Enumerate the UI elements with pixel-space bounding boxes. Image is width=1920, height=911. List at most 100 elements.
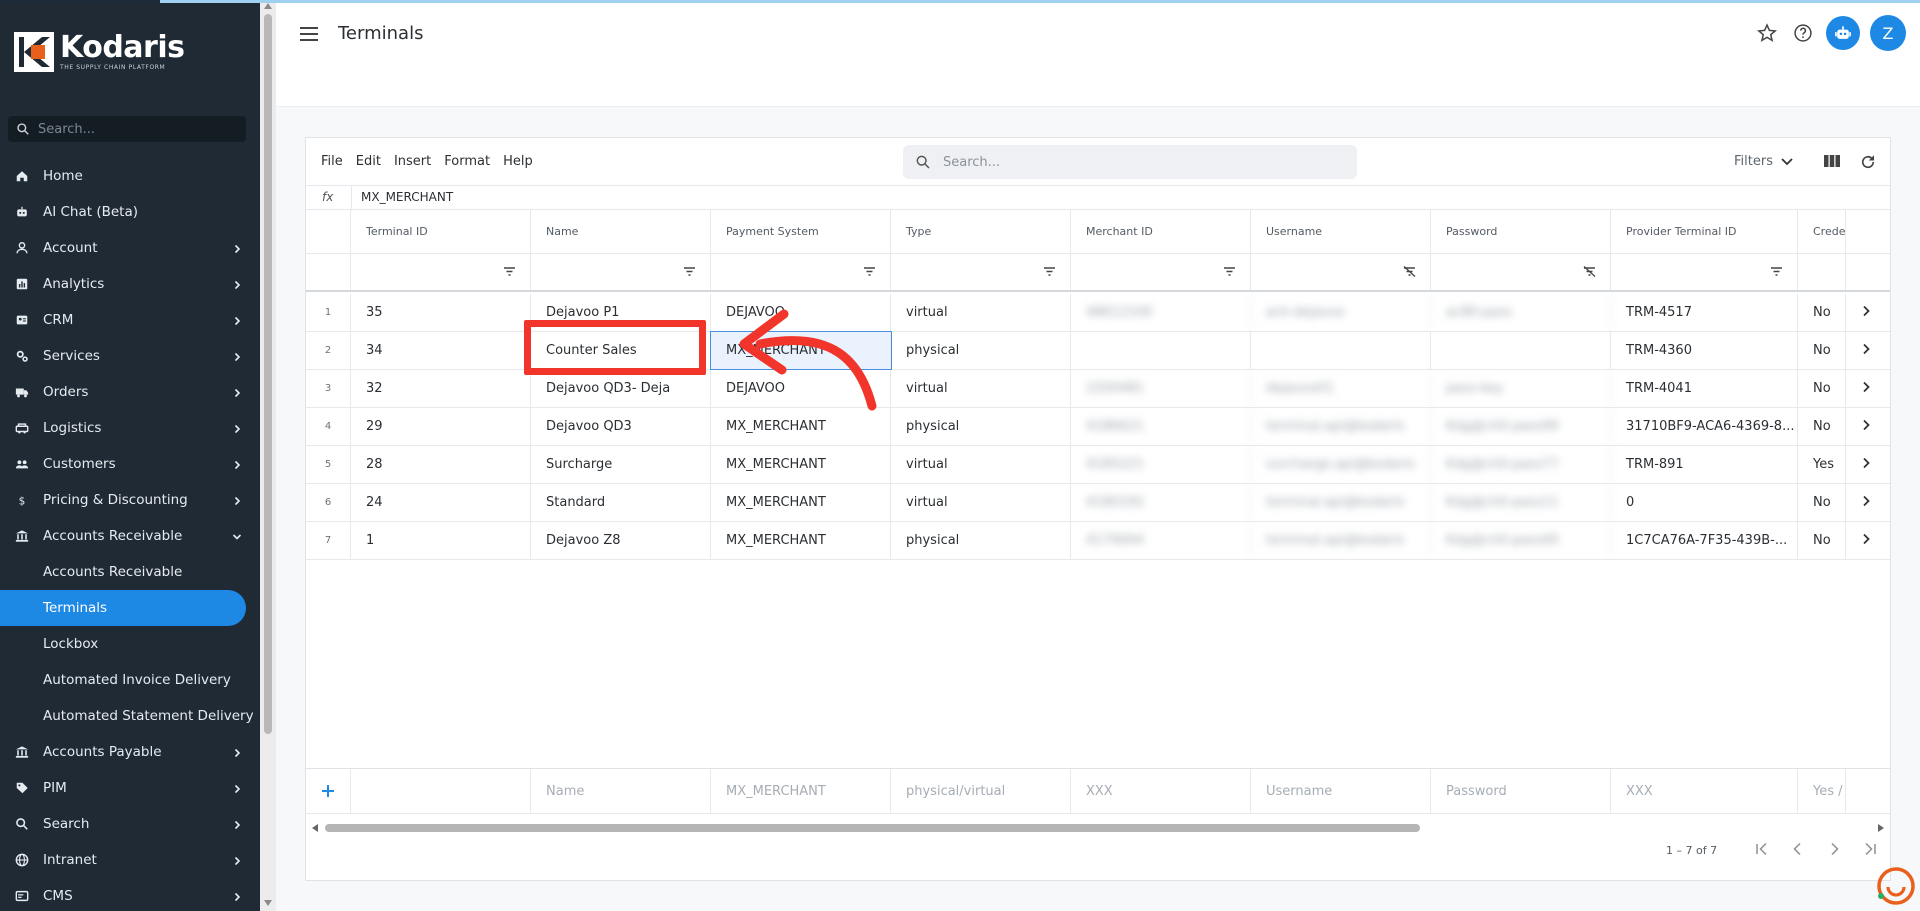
sidebar-item-search[interactable]: Search bbox=[0, 806, 260, 842]
last-page-icon[interactable] bbox=[1862, 841, 1878, 860]
ai-assistant-button[interactable] bbox=[1826, 16, 1860, 50]
add-row-button[interactable] bbox=[306, 769, 351, 813]
cell-type[interactable]: virtual bbox=[891, 446, 1071, 483]
cell-id[interactable]: 35 bbox=[351, 294, 531, 331]
sidebar-search-input[interactable] bbox=[38, 121, 228, 137]
column-filter-cell[interactable] bbox=[1251, 254, 1431, 290]
cell-ptid[interactable]: TRM-4517 bbox=[1611, 294, 1798, 331]
filter-off-icon[interactable] bbox=[1403, 266, 1416, 281]
cell-ptid[interactable]: TRM-891 bbox=[1611, 446, 1798, 483]
cell-name[interactable]: Dejavoo QD3 bbox=[531, 408, 711, 445]
sidebar-item-orders[interactable]: Orders bbox=[0, 374, 260, 410]
cell-name[interactable]: Surcharge bbox=[531, 446, 711, 483]
cell-pw[interactable]: ac80-pass bbox=[1431, 294, 1611, 331]
open-row-button[interactable] bbox=[1846, 370, 1890, 407]
menu-format[interactable]: Format bbox=[444, 154, 490, 169]
new-ptid-input[interactable]: XXX bbox=[1611, 769, 1798, 813]
grid-search-input[interactable] bbox=[943, 154, 1323, 170]
column-filter-cell[interactable] bbox=[1431, 254, 1611, 290]
new-name-input[interactable]: Name bbox=[531, 769, 711, 813]
cell-pw[interactable]: Kdg@ch0-pass11 bbox=[1431, 484, 1611, 521]
column-header[interactable]: Username bbox=[1251, 210, 1431, 253]
column-header[interactable]: Payment System bbox=[711, 210, 891, 253]
new-terminal-id-input[interactable] bbox=[351, 769, 531, 813]
filter-icon[interactable] bbox=[503, 266, 516, 281]
chat-support-icon[interactable] bbox=[1876, 866, 1916, 906]
sidebar-subitem-terminals[interactable]: Terminals bbox=[0, 590, 246, 626]
filter-icon[interactable] bbox=[863, 266, 876, 281]
new-pw-input[interactable]: Password bbox=[1431, 769, 1611, 813]
sidebar-subitem-lockbox[interactable]: Lockbox bbox=[0, 626, 260, 662]
cell-cred[interactable]: No bbox=[1798, 332, 1846, 369]
cell-pw[interactable] bbox=[1431, 332, 1611, 369]
prev-page-icon[interactable] bbox=[1790, 841, 1806, 860]
cell-type[interactable]: virtual bbox=[891, 294, 1071, 331]
table-row[interactable]: 3 32 Dejavoo QD3- Deja DEJAVOO virtual 220048… bbox=[306, 370, 1890, 408]
star-icon[interactable] bbox=[1754, 20, 1780, 46]
column-header[interactable]: Password bbox=[1431, 210, 1611, 253]
sidebar-item-crm[interactable]: CRM bbox=[0, 302, 260, 338]
cell-ptid[interactable]: 0 bbox=[1611, 484, 1798, 521]
cell-user[interactable]: terminal.api@kodaris bbox=[1251, 522, 1431, 559]
grid-search[interactable] bbox=[903, 145, 1357, 179]
column-header[interactable]: Provider Terminal ID bbox=[1611, 210, 1798, 253]
cell-ps[interactable]: MX_MERCHANT bbox=[711, 484, 891, 521]
cell-id[interactable]: 34 bbox=[351, 332, 531, 369]
sidebar-item-accounts-payable[interactable]: Accounts Payable bbox=[0, 734, 260, 770]
cell-pw[interactable]: Kdg@ch0-pass77 bbox=[1431, 446, 1611, 483]
first-page-icon[interactable] bbox=[1754, 841, 1770, 860]
column-filter-cell[interactable] bbox=[1798, 254, 1846, 290]
sidebar-scrollbar[interactable] bbox=[260, 0, 276, 911]
cell-ptid[interactable]: TRM-4041 bbox=[1611, 370, 1798, 407]
new-mid-input[interactable]: XXX bbox=[1071, 769, 1251, 813]
menu-help[interactable]: Help bbox=[503, 154, 533, 169]
sidebar-search[interactable] bbox=[8, 116, 246, 142]
cell-ptid[interactable]: 1C7CA76A-7F35-439B-... bbox=[1611, 522, 1798, 559]
cell-id[interactable]: 29 bbox=[351, 408, 531, 445]
new-cred-input[interactable]: Yes / No bbox=[1798, 769, 1846, 813]
open-row-button[interactable] bbox=[1846, 332, 1890, 369]
cell-mid[interactable]: 4186621 bbox=[1071, 408, 1251, 445]
cell-user[interactable]: terminal.api@kodaris bbox=[1251, 408, 1431, 445]
formula-value[interactable]: MX_MERCHANT bbox=[361, 190, 453, 204]
cell-ps[interactable]: MX_MERCHANT bbox=[711, 446, 891, 483]
column-filter-cell[interactable] bbox=[351, 254, 531, 290]
sidebar-subitem-automated-statement-delivery[interactable]: Automated Statement Delivery bbox=[0, 698, 260, 734]
new-ps-input[interactable]: MX_MERCHANT bbox=[711, 769, 891, 813]
sidebar-item-ai-chat-beta[interactable]: AI Chat (Beta) bbox=[0, 194, 260, 230]
menu-file[interactable]: File bbox=[321, 154, 343, 169]
cell-cred[interactable]: No bbox=[1798, 522, 1846, 559]
sidebar-subitem-automated-invoice-delivery[interactable]: Automated Invoice Delivery bbox=[0, 662, 260, 698]
open-row-button[interactable] bbox=[1846, 408, 1890, 445]
cell-user[interactable]: terminal.api@kodaris bbox=[1251, 484, 1431, 521]
filter-icon[interactable] bbox=[1223, 266, 1236, 281]
open-row-button[interactable] bbox=[1846, 484, 1890, 521]
user-avatar[interactable]: Z bbox=[1870, 15, 1906, 51]
cell-ptid[interactable]: TRM-4360 bbox=[1611, 332, 1798, 369]
filters-dropdown[interactable]: Filters bbox=[1734, 154, 1793, 169]
cell-user[interactable] bbox=[1251, 332, 1431, 369]
kodaris-logo[interactable]: Kodaris THE SUPPLY CHAIN PLATFORM bbox=[14, 32, 185, 72]
refresh-icon[interactable] bbox=[1859, 153, 1877, 175]
filter-icon[interactable] bbox=[1043, 266, 1056, 281]
cell-mid[interactable] bbox=[1071, 332, 1251, 369]
cell-type[interactable]: physical bbox=[891, 522, 1071, 559]
next-page-icon[interactable] bbox=[1826, 841, 1842, 860]
cell-type[interactable]: virtual bbox=[891, 370, 1071, 407]
sidebar-item-intranet[interactable]: Intranet bbox=[0, 842, 260, 878]
cell-cred[interactable]: No bbox=[1798, 370, 1846, 407]
sidebar-item-home[interactable]: Home bbox=[0, 158, 260, 194]
sidebar-item-cms[interactable]: CMS bbox=[0, 878, 260, 911]
sidebar-item-analytics[interactable]: Analytics bbox=[0, 266, 260, 302]
filter-off-icon[interactable] bbox=[1583, 266, 1596, 281]
sidebar-item-account[interactable]: Account bbox=[0, 230, 260, 266]
cell-id[interactable]: 32 bbox=[351, 370, 531, 407]
sidebar-item-services[interactable]: Services bbox=[0, 338, 260, 374]
cell-pw[interactable]: Kdg@ch0-pass99 bbox=[1431, 408, 1611, 445]
cell-user[interactable]: ack-dejavoo bbox=[1251, 294, 1431, 331]
cell-user[interactable]: dejavoo01 bbox=[1251, 370, 1431, 407]
cell-type[interactable]: virtual bbox=[891, 484, 1071, 521]
cell-id[interactable]: 1 bbox=[351, 522, 531, 559]
cell-ptid[interactable]: 31710BF9-ACA6-4369-8... bbox=[1611, 408, 1798, 445]
sidebar-item-accounts-receivable[interactable]: Accounts Receivable bbox=[0, 518, 260, 554]
